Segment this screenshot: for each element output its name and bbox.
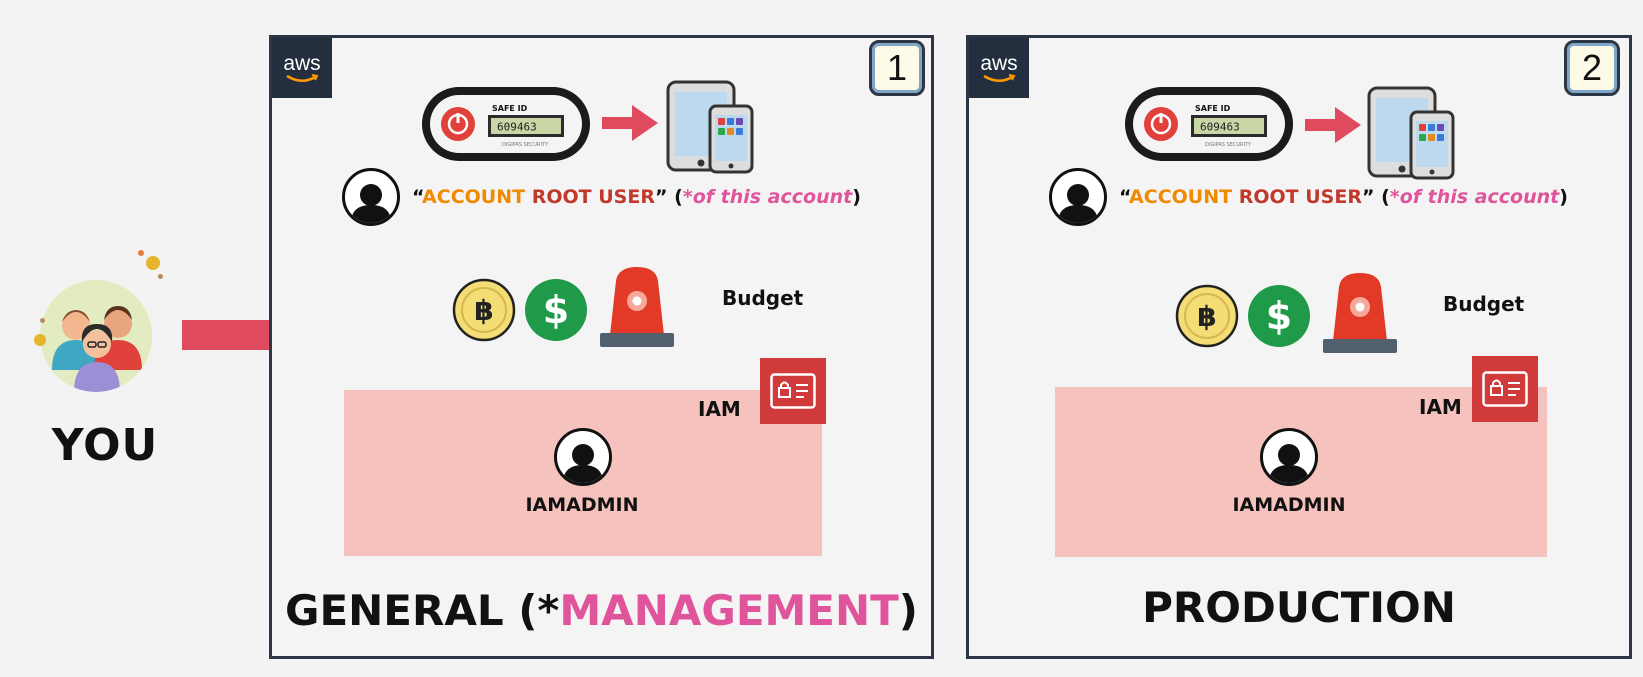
svg-text:฿: ฿ [1197,300,1216,333]
aws-logo: aws [969,38,1029,98]
coin-icon: ฿ [452,278,516,342]
root-user-row: “ACCOUNT ROOT USER” (*of this account) [342,168,861,226]
mobile-devices-icon [666,80,754,174]
account-title: PRODUCTION [1142,583,1456,632]
user-icon [1260,428,1318,486]
dollar-icon: $ [1248,285,1310,347]
account-panel-production: aws 2 SAFE ID 609463 DIGIPAS SECURITY “A… [966,35,1632,659]
you-label: YOU [51,420,159,471]
account-panel-general: aws 1 SAFE ID 609463 DIGIPAS SECURITY “A… [269,35,934,659]
budget-label: Budget [722,286,804,310]
iamadmin-label: IAMADMIN [1232,494,1346,516]
iam-label: IAM [698,397,741,421]
coin-icon: ฿ [1175,284,1239,348]
arrow-right-icon [1305,107,1361,143]
svg-text:DIGIPAS SECURITY: DIGIPAS SECURITY [502,142,549,148]
svg-text:609463: 609463 [497,121,537,134]
account-number-badge: 2 [1564,40,1620,96]
decor-dot [34,334,46,346]
root-user-label: “ACCOUNT ROOT USER” (*of this account) [412,186,861,208]
iamadmin-label: IAMADMIN [525,494,639,516]
svg-text:DIGIPAS SECURITY: DIGIPAS SECURITY [1205,142,1252,148]
decor-dot [40,318,45,323]
svg-text:SAFE ID: SAFE ID [1195,104,1231,113]
svg-text:SAFE ID: SAFE ID [492,104,528,113]
arrow-right-icon [602,105,658,141]
svg-text:$: $ [543,288,569,332]
budget-label: Budget [1443,292,1525,316]
iam-badge-icon [760,358,826,424]
alarm-light-icon [1323,273,1397,353]
people-group-icon [40,280,152,392]
mfa-token-icon: SAFE ID 609463 DIGIPAS SECURITY [422,87,590,161]
decor-dot [138,250,144,256]
aws-logo: aws [272,38,332,98]
alarm-light-icon [600,267,674,347]
iam-label: IAM [1419,395,1462,419]
user-icon [554,428,612,486]
svg-text:฿: ฿ [474,294,493,327]
root-user-row: “ACCOUNT ROOT USER” (*of this account) [1049,168,1568,226]
user-icon [342,168,400,226]
dollar-icon: $ [525,279,587,341]
iam-badge-icon [1472,356,1538,422]
account-number-badge: 1 [869,40,925,96]
user-icon [1049,168,1107,226]
root-user-label: “ACCOUNT ROOT USER” (*of this account) [1119,186,1568,208]
mfa-token-icon: SAFE ID 609463 DIGIPAS SECURITY [1125,87,1293,161]
svg-text:$: $ [1266,294,1292,338]
decor-dot [146,256,160,270]
decor-dot [158,274,163,279]
account-title: GENERAL (*MANAGEMENT) [284,586,918,635]
svg-text:609463: 609463 [1200,121,1240,134]
